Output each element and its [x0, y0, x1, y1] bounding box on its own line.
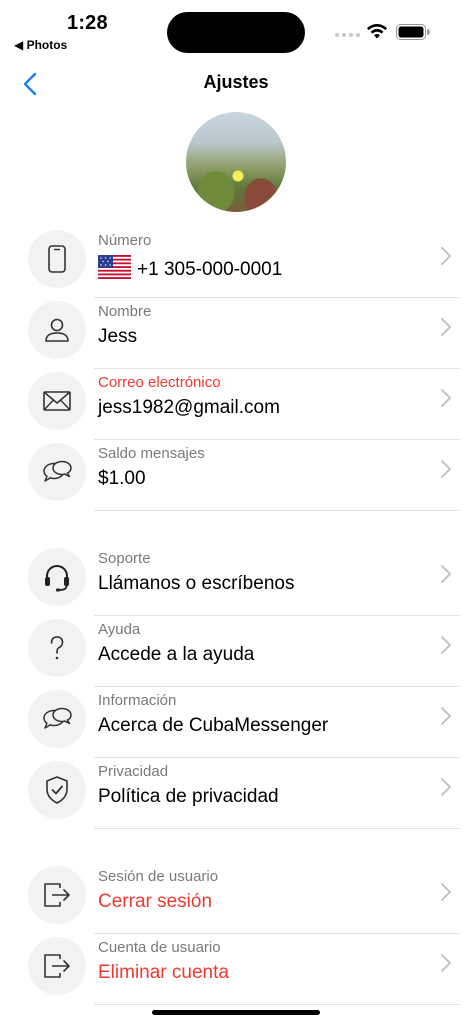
- chevron-right-icon: [441, 778, 451, 796]
- shield-check-icon: [28, 761, 86, 819]
- wifi-icon: [367, 23, 387, 39]
- chevron-right-icon: [441, 636, 451, 654]
- chevron-right-icon: [441, 247, 451, 265]
- row-value: $1.00: [98, 468, 146, 489]
- divider: [94, 828, 460, 829]
- settings-row-info[interactable]: Información Acerca de CubaMessenger: [0, 686, 472, 758]
- row-label: Cuenta de usuario: [98, 939, 221, 956]
- chevron-right-icon: [441, 389, 451, 407]
- dynamic-island: [167, 12, 305, 53]
- chat-bubbles-icon: [28, 690, 86, 748]
- row-label: Correo electrónico: [98, 374, 221, 391]
- phone-icon: [28, 230, 86, 288]
- envelope-icon: [28, 372, 86, 430]
- chevron-right-icon: [441, 318, 451, 336]
- row-label: Privacidad: [98, 763, 169, 780]
- settings-row-support[interactable]: Soporte Llámanos o escríbenos: [0, 544, 472, 616]
- settings-row-number[interactable]: Número +1 305-000-0001: [0, 226, 472, 298]
- row-value: Jess: [98, 326, 138, 347]
- settings-row-privacy[interactable]: Privacidad Política de privacidad: [0, 757, 472, 829]
- settings-row-email[interactable]: Correo electrónico jess1982@gmail.com: [0, 368, 472, 440]
- row-label: Información: [98, 692, 177, 709]
- phone-number: +1 305-000-0001: [137, 259, 283, 280]
- profile-avatar[interactable]: [186, 112, 286, 212]
- home-indicator[interactable]: [152, 1010, 320, 1015]
- settings-row-help[interactable]: Ayuda Accede a la ayuda: [0, 615, 472, 687]
- row-value: Llámanos o escríbenos: [98, 573, 295, 594]
- us-flag-icon: [98, 255, 131, 279]
- settings-row-delete-account[interactable]: Cuenta de usuario Eliminar cuenta: [0, 933, 472, 1005]
- chevron-right-icon: [441, 707, 451, 725]
- divider: [94, 1004, 460, 1005]
- chat-bubbles-icon: [28, 443, 86, 501]
- row-value: jess1982@gmail.com: [98, 397, 280, 418]
- divider: [94, 510, 460, 511]
- back-to-photos-link[interactable]: ◀ Photos: [14, 38, 67, 52]
- question-icon: [28, 619, 86, 677]
- headset-icon: [28, 548, 86, 606]
- row-value: Eliminar cuenta: [98, 962, 229, 983]
- chevron-right-icon: [441, 954, 451, 972]
- row-label: Soporte: [98, 550, 151, 567]
- row-label: Nombre: [98, 303, 152, 320]
- sign-out-icon: [28, 866, 86, 924]
- navigation-bar: Ajustes: [0, 62, 472, 106]
- cellular-signal-icon: [335, 33, 360, 37]
- row-value: Acerca de CubaMessenger: [98, 715, 329, 736]
- settings-row-balance[interactable]: Saldo mensajes $1.00: [0, 439, 472, 511]
- page-title: Ajustes: [203, 72, 269, 92]
- chevron-right-icon: [441, 883, 451, 901]
- row-value: Accede a la ayuda: [98, 644, 255, 665]
- settings-row-name[interactable]: Nombre Jess: [0, 297, 472, 369]
- person-icon: [28, 301, 86, 359]
- row-label: Ayuda: [98, 621, 141, 638]
- battery-icon: [396, 24, 430, 40]
- row-label: Sesión de usuario: [98, 868, 219, 885]
- chevron-right-icon: [441, 460, 451, 478]
- status-bar: 1:28 ◀ Photos: [0, 0, 472, 60]
- settings-row-logout[interactable]: Sesión de usuario Cerrar sesión: [0, 862, 472, 934]
- row-label: Número: [98, 232, 152, 249]
- status-time: 1:28: [67, 12, 108, 34]
- row-value: Política de privacidad: [98, 786, 279, 807]
- row-value: +1 305-000-0001: [98, 255, 282, 281]
- row-label: Saldo mensajes: [98, 445, 205, 462]
- chevron-right-icon: [441, 565, 451, 583]
- sign-out-icon: [28, 937, 86, 995]
- row-value: Cerrar sesión: [98, 891, 213, 912]
